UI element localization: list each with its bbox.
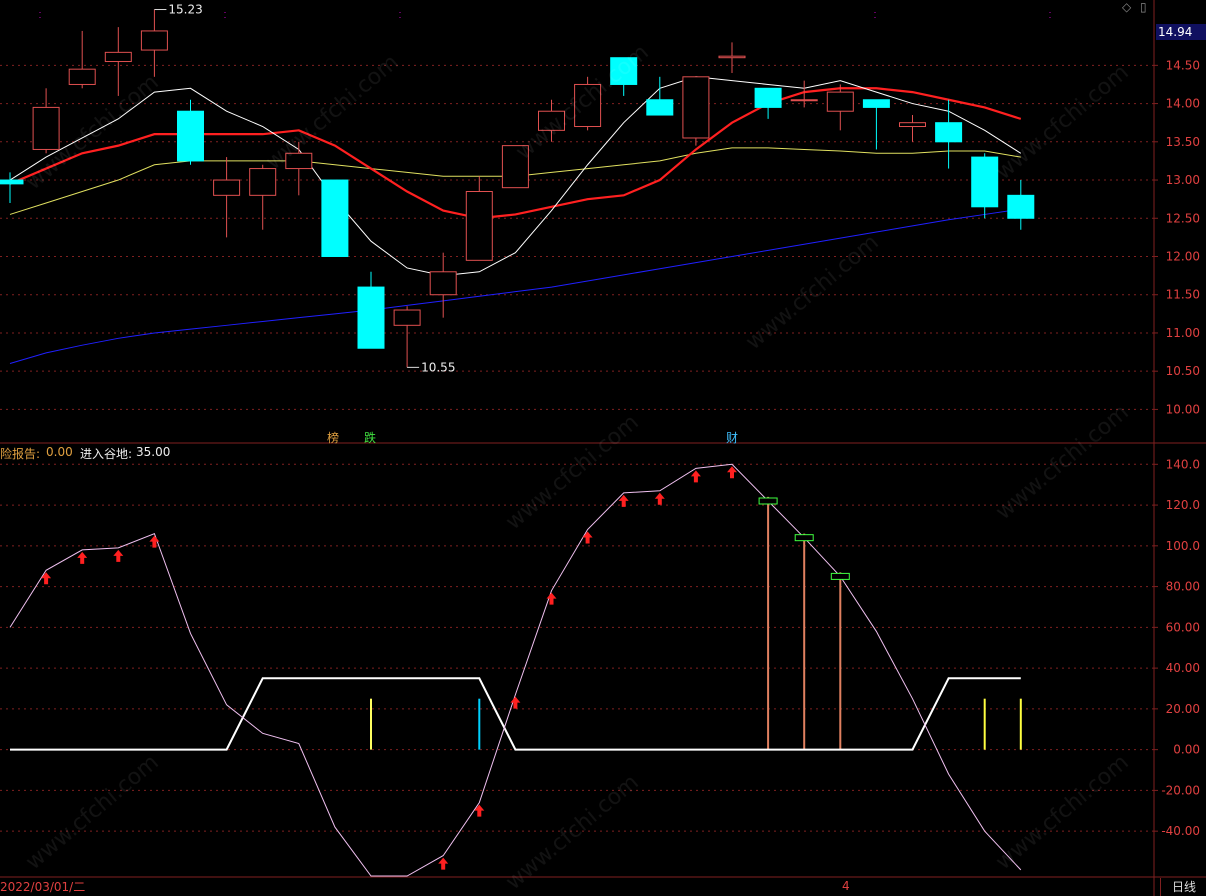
price-tick-label: 11.50 — [1166, 288, 1200, 302]
current-price-label: 14.94 — [1156, 24, 1206, 40]
candle-body — [465, 191, 493, 261]
indicator-tick-label: -40.00 — [1161, 824, 1200, 838]
up-arrow-icon — [474, 804, 485, 817]
stock-chart[interactable]: 14.50 14.00 13.50 13.00 12.50 12.00 11.50 11.00… — [0, 0, 1206, 896]
candle-body — [140, 30, 168, 51]
candle-body — [862, 99, 890, 108]
valley-step-line — [10, 677, 1021, 751]
candle-body — [826, 91, 854, 112]
candle-body — [754, 87, 782, 108]
price-tick-label: 14.00 — [1166, 97, 1200, 111]
candle-body — [718, 55, 746, 59]
price-tick-label: 12.00 — [1166, 249, 1200, 263]
candle-body — [610, 57, 638, 85]
indicator-label-2: 进入谷地: — [80, 447, 133, 461]
candle-body — [32, 106, 60, 150]
indicator-tick-label: 20.00 — [1166, 702, 1200, 716]
candle-body — [682, 76, 710, 139]
price-tick-label: 12.50 — [1166, 211, 1200, 225]
price-tick-label: 10.00 — [1166, 402, 1200, 416]
extreme-value-label: 10.55 — [421, 360, 455, 374]
candle-body — [321, 179, 349, 257]
date-label: 2022/03/01/二 — [0, 880, 86, 894]
indicator-tick-label: 40.00 — [1166, 661, 1200, 675]
candle-body — [501, 145, 529, 189]
indicator-tick-label: 100.0 — [1166, 539, 1200, 553]
diamond-icon[interactable]: ◇ — [1122, 0, 1131, 14]
badge-cai: 财 — [726, 431, 739, 445]
oscillator-line — [9, 463, 1022, 877]
candle-body — [935, 122, 963, 143]
indicator-value-2: 35.00 — [136, 445, 171, 459]
candle-body — [1007, 194, 1035, 219]
candle-body — [429, 271, 457, 296]
indicator-tick-label: 0.00 — [1173, 743, 1200, 757]
ma60-line — [9, 208, 1021, 365]
up-arrow-icon — [546, 592, 557, 605]
indicator-label-1: 险报告: — [0, 447, 41, 461]
indicator-tick-label: 120.0 — [1166, 498, 1200, 512]
indicator-value-1: 0.00 — [46, 445, 73, 459]
up-arrow-icon — [690, 470, 701, 483]
up-arrow-icon — [77, 551, 88, 564]
candle-body — [0, 179, 24, 185]
candle-body — [104, 51, 132, 63]
window-icon[interactable]: ▯ — [1140, 0, 1147, 14]
indicator-tick-label: 140.0 — [1166, 457, 1200, 471]
up-arrow-icon — [654, 492, 665, 505]
signal-box — [758, 497, 778, 505]
price-tick-label: 14.50 — [1166, 58, 1200, 72]
up-arrow-icon — [41, 572, 52, 585]
up-arrow-icon — [438, 857, 449, 870]
candle-body — [646, 99, 674, 116]
up-arrow-icon — [510, 696, 521, 709]
candle-body — [971, 156, 999, 208]
badge-die: 跌 — [364, 431, 377, 445]
price-tick-label: 11.00 — [1166, 326, 1200, 340]
candle-body — [393, 309, 421, 326]
up-arrow-icon — [113, 549, 124, 562]
price-tick-label: 13.50 — [1166, 135, 1200, 149]
price-tick-label: 13.00 — [1166, 173, 1200, 187]
candle-body — [790, 99, 818, 102]
candle-body — [899, 122, 926, 128]
signal-box — [830, 572, 850, 580]
candle-body — [357, 286, 385, 349]
badge-bang: 榜 — [327, 431, 340, 445]
price-tick-label: 10.50 — [1166, 364, 1200, 378]
period-marker: 4 — [842, 879, 850, 893]
indicator-tick-label: 80.00 — [1166, 580, 1200, 594]
period-button[interactable]: 日线 — [1160, 878, 1206, 896]
indicator-tick-label: -20.00 — [1161, 783, 1200, 797]
candle-body — [574, 83, 602, 128]
candle-body — [68, 68, 96, 85]
candle-body — [177, 110, 204, 162]
indicator-tick-label: 60.00 — [1166, 620, 1200, 634]
signal-box — [794, 534, 814, 542]
extreme-value-label: 15.23 — [168, 3, 202, 17]
candle-body — [538, 110, 565, 131]
candle-body — [213, 179, 241, 196]
candle-body — [285, 152, 313, 170]
up-arrow-icon — [582, 531, 593, 544]
candle-body — [249, 168, 277, 196]
